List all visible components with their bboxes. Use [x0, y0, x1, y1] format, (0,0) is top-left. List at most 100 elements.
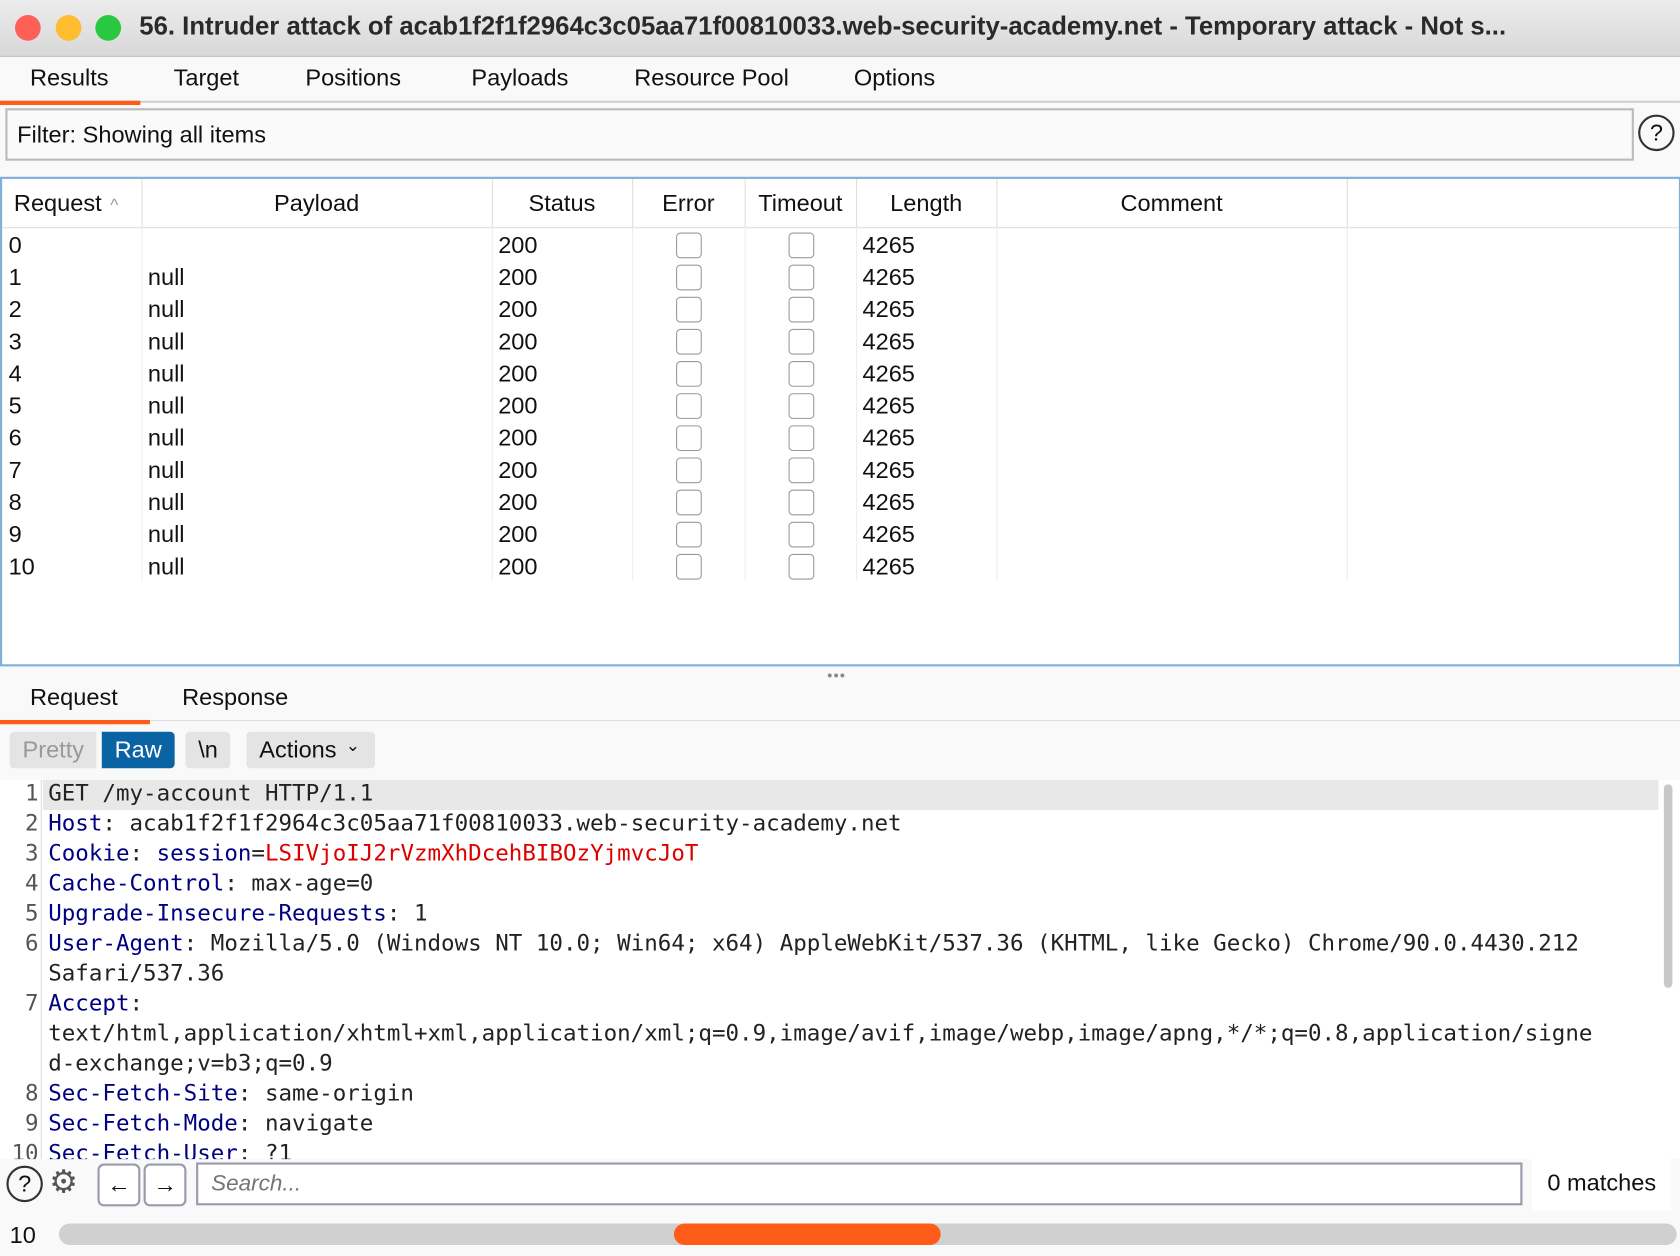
error-checkbox[interactable]: [676, 361, 702, 387]
column-header-label: Status: [528, 189, 596, 217]
column-header-error[interactable]: Error: [632, 178, 746, 229]
pretty-button[interactable]: Pretty: [9, 731, 97, 769]
request-cell: 6: [8, 424, 22, 452]
tab-response[interactable]: Response: [182, 684, 288, 712]
chevron-down-icon: ⌄: [345, 737, 361, 756]
request-editor[interactable]: 1 GET /my-account HTTP/1.1 2 Host: acab1f2f…: [0, 779, 1680, 1160]
status-cell: 200: [498, 295, 538, 323]
error-checkbox[interactable]: [676, 328, 702, 355]
error-checkbox[interactable]: [676, 521, 702, 548]
header-value: : same-origin: [237, 1079, 414, 1106]
error-checkbox[interactable]: [676, 457, 702, 484]
table-row[interactable]: 3 null 200 4265: [2, 326, 1674, 358]
vertical-scrollbar[interactable]: [1663, 784, 1673, 988]
actions-dropdown[interactable]: Actions ⌄: [246, 731, 376, 769]
help-icon[interactable]: ?: [6, 1165, 43, 1203]
timeout-checkbox[interactable]: [788, 296, 815, 323]
previous-match-button[interactable]: ←: [97, 1163, 141, 1207]
attack-progress-bar: [58, 1223, 1677, 1245]
column-header-label: Payload: [273, 189, 360, 217]
close-window-button[interactable]: [14, 14, 41, 41]
column-header-length[interactable]: Length: [856, 178, 998, 229]
timeout-checkbox[interactable]: [788, 232, 815, 259]
timeout-checkbox[interactable]: [788, 553, 815, 580]
raw-button[interactable]: Raw: [101, 731, 175, 769]
tab-positions[interactable]: Positions: [305, 64, 401, 92]
header-value: GET /my-account HTTP/1.1: [48, 779, 374, 806]
request-line: text/html,application/xhtml+xml,applicat…: [48, 1020, 1592, 1046]
timeout-checkbox[interactable]: [788, 328, 815, 355]
line-number: 7: [25, 989, 39, 1016]
newline-toggle-button[interactable]: \n: [185, 731, 231, 769]
table-row[interactable]: 6 null 200 4265: [2, 422, 1674, 454]
tab-request[interactable]: Request: [0, 684, 150, 725]
tab-results[interactable]: Results: [0, 64, 142, 105]
table-row[interactable]: 8 null 200 4265: [2, 486, 1674, 518]
results-table: Request ^ Payload Status Error Timeout Length C…: [0, 176, 1680, 667]
timeout-checkbox[interactable]: [788, 457, 815, 484]
table-row[interactable]: 0 200 4265: [2, 229, 1674, 261]
error-checkbox[interactable]: [676, 232, 702, 259]
tab-payloads[interactable]: Payloads: [471, 64, 568, 92]
next-match-button[interactable]: →: [143, 1163, 187, 1207]
zoom-window-button[interactable]: [95, 14, 122, 41]
error-checkbox[interactable]: [676, 264, 702, 291]
header-name: Host: [48, 809, 103, 836]
column-header-status[interactable]: Status: [491, 178, 634, 229]
timeout-checkbox[interactable]: [788, 489, 815, 516]
tab-options[interactable]: Options: [854, 64, 935, 92]
request-line: Cache-Control: max-age=0: [48, 870, 373, 896]
error-checkbox[interactable]: [676, 393, 702, 419]
error-checkbox[interactable]: [676, 425, 702, 452]
payload-cell: null: [147, 295, 185, 323]
tab-resource-pool[interactable]: Resource Pool: [634, 64, 789, 92]
header-value: : acab1f2f1f2964c3c05aa71f00810033.web-s…: [102, 809, 902, 836]
filter-bar[interactable]: Filter: Showing all items: [5, 108, 1634, 161]
header-name: Sec-Fetch-Mode: [48, 1109, 238, 1136]
line-number: 6: [25, 929, 39, 956]
request-line: Accept:: [48, 990, 143, 1016]
minimize-window-button[interactable]: [55, 14, 82, 41]
window-title: 56. Intruder attack of acab1f2f1f2964c3c…: [139, 11, 1507, 41]
status-cell: 200: [498, 359, 538, 387]
timeout-checkbox[interactable]: [788, 264, 815, 291]
timeout-checkbox[interactable]: [788, 521, 815, 548]
timeout-checkbox[interactable]: [788, 393, 815, 419]
payload-cell: null: [147, 552, 185, 580]
request-line: Safari/537.36: [48, 960, 224, 986]
search-input[interactable]: [208, 1169, 1499, 1198]
header-name: Cache-Control: [48, 869, 225, 896]
error-checkbox[interactable]: [676, 553, 702, 580]
length-cell: 4265: [862, 520, 915, 548]
tab-target[interactable]: Target: [174, 64, 240, 92]
timeout-checkbox[interactable]: [788, 361, 815, 387]
column-header-request[interactable]: Request ^: [2, 178, 143, 229]
table-row[interactable]: 4 null 200 4265: [2, 358, 1674, 390]
help-icon[interactable]: ?: [1638, 114, 1675, 152]
request-cell: 9: [8, 520, 22, 548]
column-header-comment[interactable]: Comment: [996, 178, 1348, 229]
gear-icon[interactable]: ⚙: [49, 1164, 78, 1201]
cookie-value: LSIVjoIJ2rVzmXhDcehBIBOzYjmvcJoT: [264, 839, 699, 866]
status-cell: 200: [498, 392, 538, 419]
cookie-name: session: [156, 839, 252, 866]
error-checkbox[interactable]: [676, 489, 702, 516]
table-row[interactable]: 2 null 200 4265: [2, 294, 1674, 326]
table-row[interactable]: 1 null 200 4265: [2, 261, 1674, 293]
error-checkbox[interactable]: [676, 296, 702, 323]
column-header-payload[interactable]: Payload: [141, 178, 493, 229]
table-row[interactable]: 10 null 200 4265: [2, 551, 1674, 583]
request-cell: 5: [8, 392, 22, 419]
request-line: Sec-Fetch-Site: same-origin: [48, 1080, 414, 1106]
payload-cell: null: [147, 327, 185, 355]
line-number: 3: [25, 839, 39, 866]
table-row[interactable]: 7 null 200 4265: [2, 454, 1674, 486]
timeout-checkbox[interactable]: [788, 425, 815, 452]
length-cell: 4265: [862, 295, 915, 323]
length-cell: 4265: [862, 231, 915, 259]
table-row[interactable]: 5 null 200 4265: [2, 390, 1674, 422]
payload-cell: null: [147, 488, 185, 516]
request-cell: 1: [8, 263, 22, 291]
table-row[interactable]: 9 null 200 4265: [2, 519, 1674, 551]
column-header-timeout[interactable]: Timeout: [744, 178, 858, 229]
